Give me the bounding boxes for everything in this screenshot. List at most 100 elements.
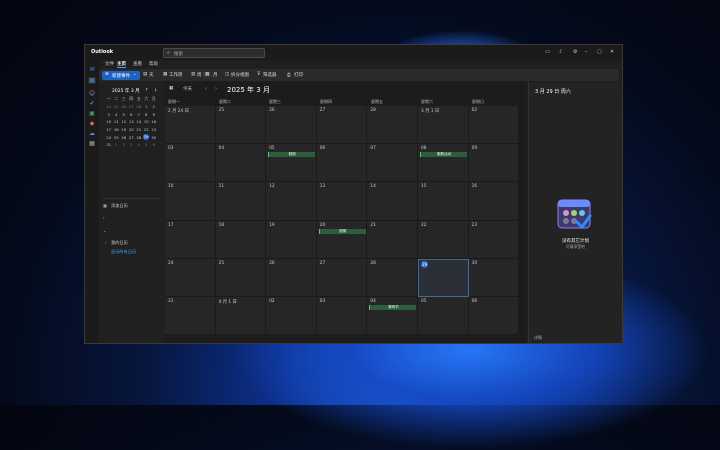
mini-day-selected[interactable]: 29 — [143, 133, 151, 141]
close-icon[interactable]: ✕ — [610, 49, 614, 55]
mini-day[interactable]: 26 — [120, 133, 128, 141]
mini-day[interactable]: 18 — [113, 126, 121, 134]
work-week-button[interactable]: 工作周 — [169, 72, 183, 78]
day-cell[interactable]: 12 — [266, 182, 317, 221]
month-button[interactable]: 月 — [213, 72, 218, 78]
mini-day[interactable]: 28 — [135, 133, 143, 141]
calendar-icon[interactable]: ▦ — [88, 77, 96, 84]
prev-month-icon[interactable]: ‹ — [205, 86, 207, 92]
mini-day[interactable]: 25 — [113, 133, 121, 141]
day-cell[interactable]: 25 — [215, 106, 267, 145]
mini-day[interactable]: 20 — [128, 126, 136, 134]
mini-day[interactable]: 24 — [105, 103, 113, 111]
day-cell[interactable]: 04 — [215, 144, 267, 183]
expand-icon[interactable]: › — [105, 240, 107, 245]
mini-day[interactable]: 1 — [113, 141, 121, 149]
minimize-icon[interactable]: – — [585, 49, 588, 55]
mail-icon[interactable]: ✉ — [88, 66, 96, 73]
mini-day[interactable]: 7 — [135, 110, 143, 118]
day-cell[interactable]: 06 — [468, 297, 520, 336]
mini-day[interactable]: 11 — [113, 118, 121, 126]
day-cell[interactable]: 4 月 1 日 — [215, 297, 267, 336]
mini-day[interactable]: 2 — [150, 103, 158, 111]
show-all-calendars-link[interactable]: 显示所有日历 — [111, 249, 136, 255]
mini-day[interactable]: 17 — [105, 126, 113, 134]
mini-prev-icon[interactable]: ↑ — [145, 88, 149, 93]
day-cell[interactable]: 05 假期 — [266, 144, 317, 183]
mini-day[interactable]: 19 — [120, 126, 128, 134]
day-cell[interactable]: 18 — [215, 220, 267, 259]
tab-help[interactable]: 帮助 — [149, 61, 158, 67]
mini-day[interactable]: 3 — [105, 110, 113, 118]
office-icon[interactable]: ◆ — [88, 120, 96, 127]
day-cell[interactable]: 2 月 24 日 — [165, 106, 216, 145]
mini-day[interactable]: 6 — [128, 110, 136, 118]
day-cell[interactable]: 06 — [316, 144, 368, 183]
day-cell[interactable]: 28 — [367, 258, 418, 297]
mini-day[interactable]: 21 — [135, 126, 143, 134]
event-chip[interactable]: 假期活动 — [420, 152, 467, 158]
mini-day[interactable]: 14 — [135, 118, 143, 126]
day-cell[interactable]: 28 — [367, 106, 418, 145]
onedrive-icon[interactable]: ☁ — [88, 130, 96, 137]
split-view-button[interactable]: 拆分视图 — [231, 72, 249, 78]
mini-day[interactable]: 22 — [143, 126, 151, 134]
day-cell[interactable]: 09 — [468, 144, 520, 183]
day-cell[interactable]: 14 — [367, 182, 418, 221]
mini-day[interactable]: 2 — [120, 141, 128, 149]
day-cell[interactable]: 17 — [165, 220, 216, 259]
mini-day[interactable]: 27 — [128, 133, 136, 141]
day-cell[interactable]: 04 清明节 — [367, 297, 418, 336]
day-cell[interactable]: 02 — [468, 106, 520, 145]
mini-next-icon[interactable]: ↓ — [154, 88, 158, 93]
mini-day[interactable]: 5 — [143, 141, 151, 149]
day-cell[interactable]: 16 — [468, 182, 520, 221]
day-cell[interactable]: 23 — [468, 220, 520, 259]
day-cell[interactable]: 31 — [165, 297, 216, 336]
day-cell[interactable]: 13 — [316, 182, 368, 221]
event-chip[interactable]: 假期 — [318, 228, 366, 234]
people-icon[interactable]: ☺ — [88, 90, 96, 97]
day-cell[interactable]: 07 — [367, 144, 418, 183]
mini-day[interactable]: 3 — [128, 141, 136, 149]
tab-home[interactable]: 主页 — [117, 61, 126, 68]
day-cell[interactable]: 05 — [418, 297, 469, 336]
new-event-button[interactable]: ⊕ 新建事件 ⌄ — [102, 70, 140, 80]
mini-day[interactable]: 15 — [143, 118, 151, 126]
day-cell[interactable]: 24 — [165, 258, 216, 297]
day-cell[interactable]: 26 — [266, 258, 317, 297]
mini-day[interactable]: 1 — [143, 103, 151, 111]
mini-day[interactable]: 10 — [105, 118, 113, 126]
day-cell[interactable]: 22 — [418, 220, 469, 259]
event-chip[interactable]: 假期 — [268, 152, 316, 158]
mini-day[interactable]: 31 — [105, 141, 113, 149]
day-cell[interactable]: 3 月 1 日 — [418, 106, 469, 145]
day-cell[interactable]: 19 — [266, 220, 317, 259]
filter-button[interactable]: 筛选器 — [263, 72, 277, 78]
month-picker-chevron-icon[interactable]: ⌄ — [263, 86, 267, 92]
day-cell[interactable]: 27 — [316, 258, 368, 297]
day-cell[interactable]: 02 — [266, 297, 317, 336]
mini-day[interactable]: 27 — [128, 103, 136, 111]
chevron-down-icon[interactable]: ⌄ — [103, 228, 107, 233]
today-button[interactable]: 今天 — [183, 86, 192, 92]
mini-day[interactable]: 5 — [120, 110, 128, 118]
gear-icon[interactable]: ⚙ — [573, 49, 577, 55]
event-chip[interactable]: 清明节 — [369, 305, 417, 310]
mini-day[interactable]: 25 — [113, 103, 121, 111]
chevron-right-icon[interactable]: › — [103, 215, 105, 220]
mini-day[interactable]: 4 — [113, 110, 121, 118]
day-cell[interactable]: 15 — [418, 182, 469, 221]
day-button[interactable]: 天 — [149, 72, 154, 78]
day-cell[interactable]: 10 — [165, 182, 216, 221]
excel-icon[interactable]: ▣ — [88, 110, 96, 117]
day-cell[interactable]: 03 — [316, 297, 368, 336]
search-box[interactable]: ⌕ 搜索 — [163, 48, 265, 58]
day-cell[interactable]: 03 — [165, 144, 216, 183]
mini-day[interactable]: 23 — [150, 126, 158, 134]
my-calendars-group[interactable]: 我的日历 — [111, 240, 128, 246]
day-cell[interactable]: 27 — [316, 106, 368, 145]
mini-day[interactable]: 12 — [120, 118, 128, 126]
mini-day[interactable]: 26 — [120, 103, 128, 111]
bell-icon[interactable]: ♪ — [559, 49, 562, 55]
